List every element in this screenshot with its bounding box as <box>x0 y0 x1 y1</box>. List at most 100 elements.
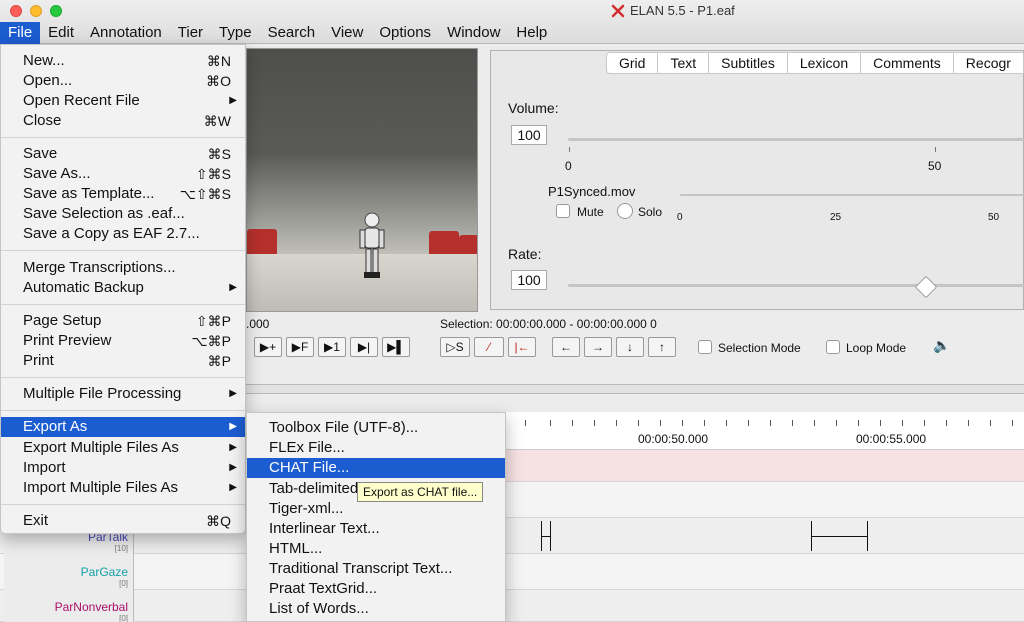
menu-item-multiple-processing[interactable]: Multiple File Processing ▶ <box>1 384 245 404</box>
tier-row[interactable] <box>0 590 1024 622</box>
menu-annotation[interactable]: Annotation <box>82 22 170 44</box>
tier-row[interactable] <box>0 554 1024 590</box>
elan-logo-icon <box>611 4 625 17</box>
clear-selection-button[interactable]: ⁄ <box>474 337 504 357</box>
solo-radio[interactable] <box>617 203 633 219</box>
tab-text[interactable]: Text <box>658 53 710 73</box>
menu-file[interactable]: File <box>0 22 41 44</box>
volume-tick <box>569 147 570 152</box>
menu-item-exit[interactable]: Exit ⌘Q <box>1 511 245 531</box>
menu-separator <box>1 504 245 505</box>
step-button[interactable]: ▶1 <box>318 337 346 357</box>
play-selection-button[interactable]: ▷S <box>440 337 470 357</box>
menu-item-merge[interactable]: Merge Transcriptions... <box>1 258 245 278</box>
selection-info: Selection: 00:00:00.000 - 00:00:00.000 0 <box>440 317 657 331</box>
volume-slider[interactable] <box>568 138 1024 141</box>
go-to-end-button[interactable]: ▶▌ <box>382 337 410 357</box>
menu-item-save-selection[interactable]: Save Selection as .eaf... <box>1 204 245 224</box>
menu-row: File Edit Annotation Tier Type Search Vi… <box>0 22 555 44</box>
menu-item-save-template[interactable]: Save as Template... ⌥⇧⌘S <box>1 184 245 204</box>
menu-separator <box>1 250 245 251</box>
export-item-toolbox[interactable]: Toolbox File (UTF-8)... <box>247 418 505 438</box>
menu-item-import-multiple[interactable]: Import Multiple Files As ▶ <box>1 478 245 498</box>
menu-item-save[interactable]: Save ⌘S <box>1 144 245 164</box>
media-tick-label: 0 <box>677 212 683 223</box>
loop-mode-checkbox[interactable] <box>826 340 840 354</box>
zoom-window-button[interactable] <box>50 5 62 17</box>
tab-lexicon[interactable]: Lexicon <box>788 53 862 73</box>
shortcut: ⌘N <box>206 53 231 69</box>
menu-item-print[interactable]: Print ⌘P <box>1 351 245 371</box>
viewer-panel <box>490 50 1024 310</box>
annotation-span[interactable] <box>541 536 551 537</box>
menu-type[interactable]: Type <box>211 22 260 44</box>
next-frame-button[interactable]: ▶F <box>286 337 314 357</box>
shortcut: ⌘W <box>203 113 231 129</box>
menu-window[interactable]: Window <box>439 22 508 44</box>
close-window-button[interactable] <box>10 5 22 17</box>
menu-item-save-copy[interactable]: Save a Copy as EAF 2.7... <box>1 224 245 244</box>
export-item-html[interactable]: HTML... <box>247 539 505 559</box>
move-down-button[interactable]: ↓ <box>616 337 644 357</box>
export-item-chat[interactable]: CHAT File... <box>247 458 505 478</box>
ruler-time-label: 00:00:55.000 <box>856 432 927 446</box>
menu-view[interactable]: View <box>323 22 371 44</box>
export-item-interlinear[interactable]: Interlinear Text... <box>247 519 505 539</box>
next-button[interactable]: ▶| <box>350 337 378 357</box>
tier-name-pargaze[interactable]: ParGaze <box>4 565 134 579</box>
selection-begin-button[interactable]: |← <box>508 337 536 357</box>
menubar: ELAN 5.5 - P1.eaf File Edit Annotation T… <box>0 0 1024 44</box>
menu-help[interactable]: Help <box>508 22 555 44</box>
tab-comments[interactable]: Comments <box>861 53 954 73</box>
tooltip: Export as CHAT file... <box>357 482 484 502</box>
menu-item-export-as[interactable]: Export As ▶ <box>1 417 245 437</box>
btn-1-label: 1 <box>333 340 340 354</box>
viewer-tabs: Grid Text Subtitles Lexicon Comments Rec… <box>606 52 1024 74</box>
speaker-icon[interactable]: 🔈 <box>933 337 950 354</box>
rate-slider[interactable] <box>568 284 1024 287</box>
export-item-flex[interactable]: FLEx File... <box>247 438 505 458</box>
menu-options[interactable]: Options <box>371 22 439 44</box>
media-file-name: P1Synced.mov <box>548 184 636 199</box>
menu-item-print-preview[interactable]: Print Preview ⌥⌘P <box>1 331 245 351</box>
menu-item-import[interactable]: Import ▶ <box>1 458 245 478</box>
tab-subtitles[interactable]: Subtitles <box>709 53 788 73</box>
export-item-traditional[interactable]: Traditional Transcript Text... <box>247 559 505 579</box>
annotation-span[interactable] <box>811 536 868 537</box>
shortcut: ⌥⇧⌘S <box>179 186 231 202</box>
export-item-list-of-words[interactable]: List of Words... <box>247 599 505 619</box>
menu-item-save-as[interactable]: Save As... ⇧⌘S <box>1 164 245 184</box>
move-up-button[interactable]: ↑ <box>648 337 676 357</box>
tier-name-parnonverbal[interactable]: ParNonverbal <box>4 600 134 614</box>
move-right-button[interactable]: → <box>584 337 612 357</box>
menu-item-export-multiple[interactable]: Export Multiple Files As ▶ <box>1 438 245 458</box>
volume-value[interactable]: 100 <box>511 125 547 145</box>
tab-grid[interactable]: Grid <box>607 53 659 73</box>
menu-item-open-recent[interactable]: Open Recent File ▶ <box>1 91 245 111</box>
volume-label: Volume: <box>508 100 559 116</box>
play-to-end-button[interactable]: ▶+ <box>254 337 282 357</box>
export-item-tiger-xml[interactable]: Tiger-xml... <box>247 499 505 519</box>
media-volume-slider[interactable] <box>680 194 1024 196</box>
rate-value[interactable]: 100 <box>511 270 547 290</box>
video-player[interactable] <box>246 48 478 312</box>
mute-checkbox[interactable] <box>556 204 570 218</box>
menu-tier[interactable]: Tier <box>170 22 211 44</box>
move-left-button[interactable]: ← <box>552 337 580 357</box>
menu-item-label: Print <box>23 352 54 369</box>
minimize-window-button[interactable] <box>30 5 42 17</box>
menu-item-label: Merge Transcriptions... <box>23 259 176 276</box>
menu-item-open[interactable]: Open... ⌘O <box>1 71 245 91</box>
export-item-praat[interactable]: Praat TextGrid... <box>247 579 505 599</box>
menu-separator <box>1 377 245 378</box>
menu-item-page-setup[interactable]: Page Setup ⇧⌘P <box>1 311 245 331</box>
menu-separator <box>1 137 245 138</box>
submenu-arrow-icon: ▶ <box>229 282 237 293</box>
menu-item-close[interactable]: Close ⌘W <box>1 111 245 131</box>
menu-item-new[interactable]: New... ⌘N <box>1 51 245 71</box>
selection-mode-checkbox[interactable] <box>698 340 712 354</box>
menu-edit[interactable]: Edit <box>40 22 82 44</box>
menu-search[interactable]: Search <box>260 22 324 44</box>
tab-recognizers[interactable]: Recogr <box>954 53 1023 73</box>
menu-item-automatic-backup[interactable]: Automatic Backup ▶ <box>1 278 245 298</box>
